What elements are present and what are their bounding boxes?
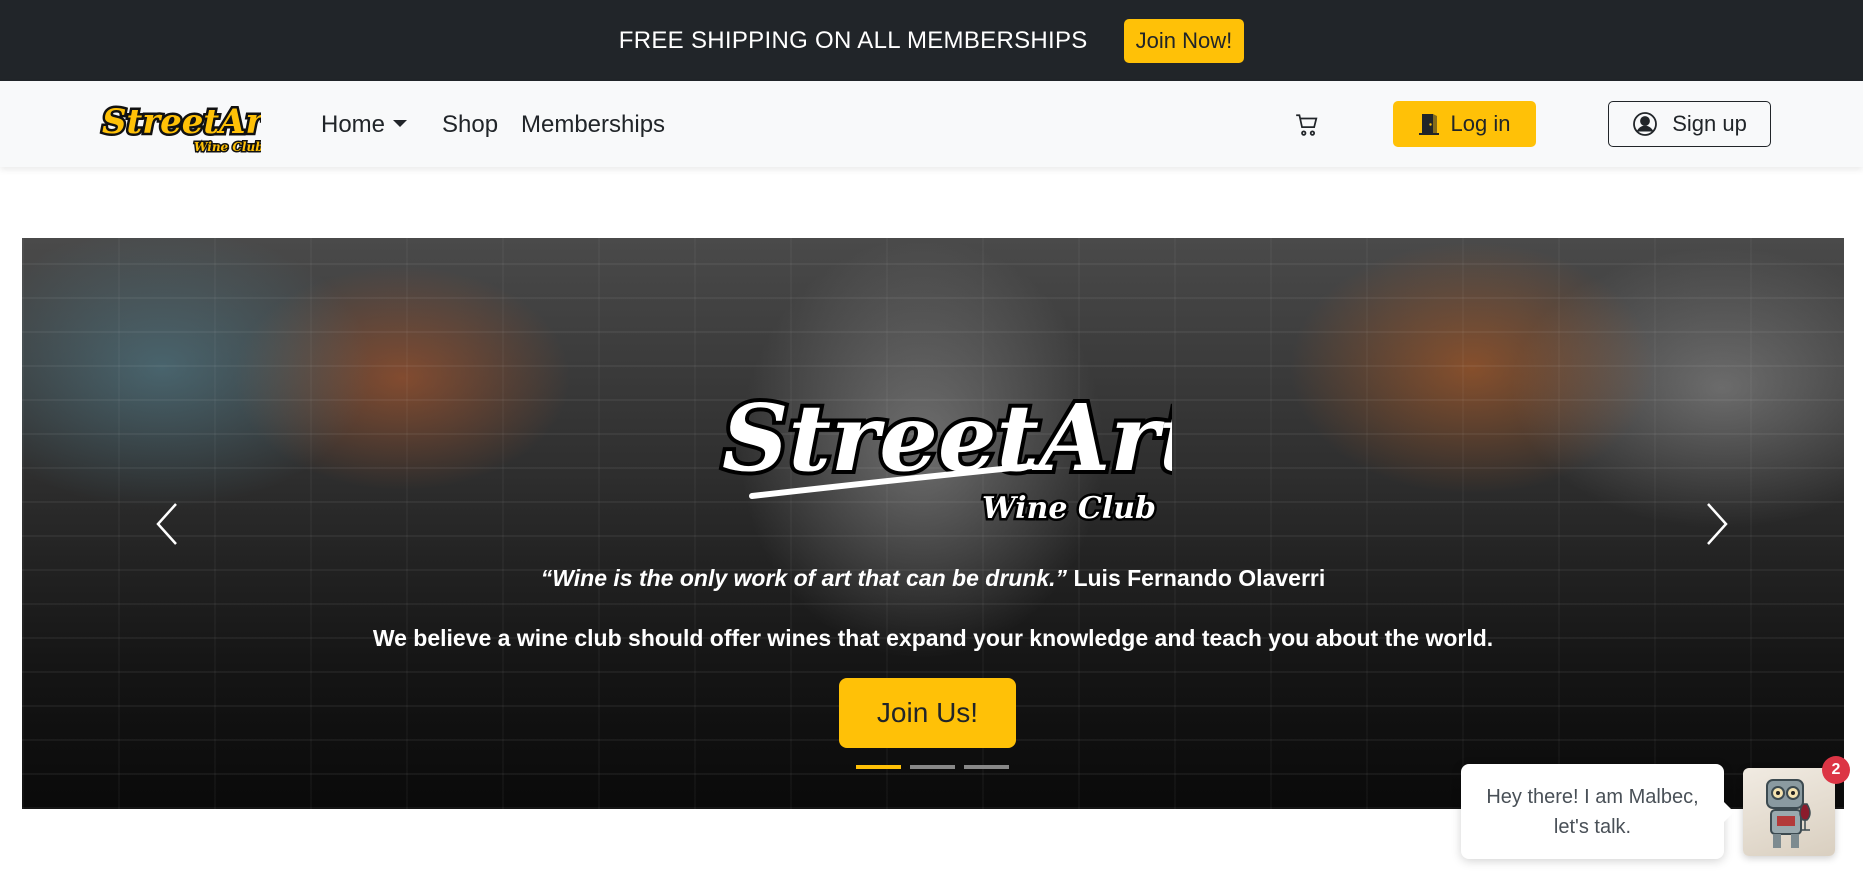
promo-text: FREE SHIPPING ON ALL MEMBERSHIPS — [618, 26, 1088, 54]
promo-bar: FREE SHIPPING ON ALL MEMBERSHIPS Join No… — [0, 0, 1863, 81]
door-icon — [1418, 114, 1439, 135]
carousel-indicators — [856, 765, 1009, 769]
chevron-right-icon[interactable] — [1702, 500, 1732, 548]
chevron-left-icon[interactable] — [152, 500, 182, 548]
logo-text-main: StreetArt — [102, 102, 261, 142]
nav-home-label: Home — [321, 111, 386, 138]
join-now-button[interactable]: Join Now! — [1123, 18, 1245, 63]
nav-home-dropdown[interactable]: Home — [321, 111, 408, 139]
carousel-indicator-2[interactable] — [910, 765, 955, 769]
chat-notification-badge: 2 — [1822, 756, 1850, 784]
signup-button[interactable]: Sign up — [1608, 101, 1771, 147]
carousel-indicator-1[interactable] — [856, 765, 901, 769]
login-label: Log in — [1450, 111, 1511, 136]
chat-message-line1: Hey there! I am Malbec, — [1486, 785, 1699, 808]
logo-text-sub: Wine Club — [194, 140, 261, 154]
hero-quote: “Wine is the only work of art that can b… — [22, 565, 1844, 592]
caret-down-icon — [393, 119, 408, 127]
cart-icon[interactable] — [1294, 112, 1320, 138]
hero-logo: StreetArt Wine Club — [718, 380, 1172, 528]
login-button[interactable]: Log in — [1393, 101, 1536, 147]
hero-carousel: StreetArt Wine Club “Wine is the only wo… — [22, 238, 1844, 809]
chat-launcher[interactable] — [1743, 768, 1835, 856]
join-us-button[interactable]: Join Us! — [839, 678, 1016, 748]
nav-memberships[interactable]: Memberships — [521, 111, 665, 139]
signup-label: Sign up — [1672, 111, 1747, 136]
chat-message-line2: let's talk. — [1553, 815, 1632, 838]
robot-avatar-icon — [1766, 779, 1811, 848]
quote-author: Luis Fernando Olaverri — [1073, 565, 1326, 591]
hero-tagline: We believe a wine club should offer wine… — [372, 625, 1494, 651]
quote-text: “Wine is the only work of art that can b… — [540, 565, 1068, 591]
hero-logo-sub: Wine Club — [982, 491, 1156, 526]
carousel-indicator-3[interactable] — [964, 765, 1009, 769]
navbar: StreetArt Wine Club Home Shop Membership… — [0, 81, 1863, 167]
chat-message-bubble[interactable]: Hey there! I am Malbec, let's talk. — [1461, 764, 1734, 859]
nav-shop[interactable]: Shop — [442, 111, 498, 139]
user-circle-icon — [1633, 112, 1658, 136]
brand-logo[interactable]: StreetArt Wine Club — [96, 93, 262, 157]
